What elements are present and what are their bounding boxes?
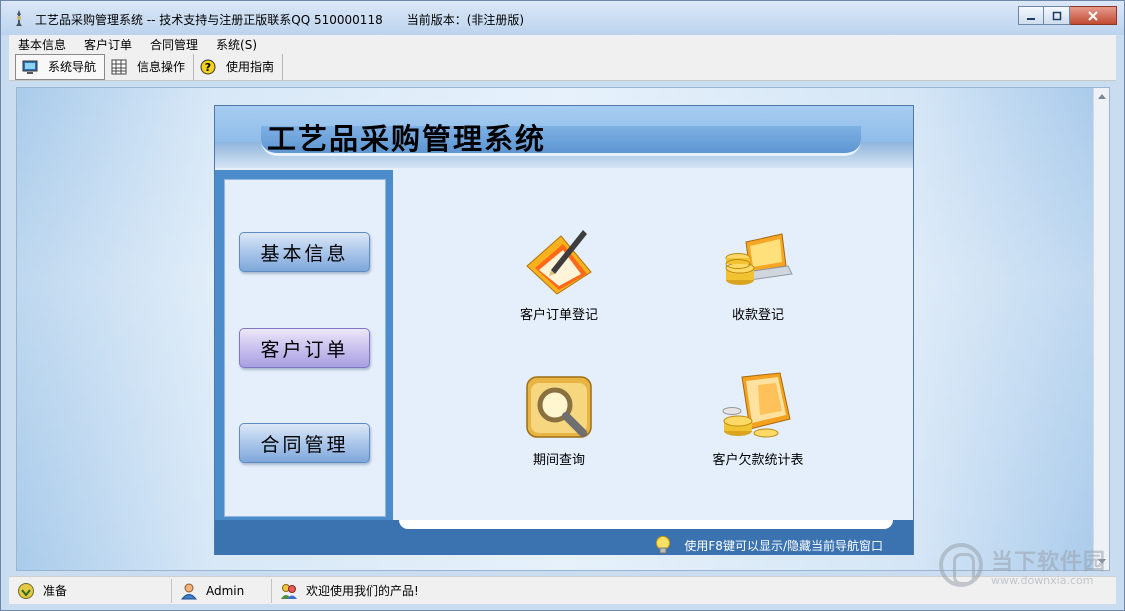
users-icon xyxy=(281,583,297,599)
window-controls xyxy=(1018,6,1117,25)
menu-customer-orders[interactable]: 客户订单 xyxy=(75,36,141,53)
app-icon xyxy=(16,10,22,26)
nav-title: 工艺品采购管理系统 xyxy=(267,122,547,156)
magnifier-folder-icon xyxy=(526,376,592,438)
toolbar-user-guide[interactable]: ? 使用指南 xyxy=(194,53,284,80)
title-bar[interactable]: 工艺品采购管理系统 -- 技术支持与注册正版联系QQ 510000118 当前版… xyxy=(1,1,1124,35)
status-state: 准备 xyxy=(9,578,172,603)
navigation-panel: 工艺品采购管理系统 基本信息 客户订单 合同管理 客户订单登记 收款登记 期间查… xyxy=(214,105,914,555)
toolbar-label: 系统导航 xyxy=(48,60,97,74)
toolbar: 系统导航 信息操作 ? 使用指南 xyxy=(9,53,1116,81)
menu-bar: 基本信息 客户订单 合同管理 系统(S) xyxy=(9,35,1116,53)
feature-label: 客户欠款统计表 xyxy=(712,453,804,468)
feature-label: 收款登记 xyxy=(731,308,784,323)
minimize-button[interactable] xyxy=(1018,6,1044,25)
nav-header: 工艺品采购管理系统 xyxy=(215,106,913,168)
watermark-logo-icon xyxy=(939,543,983,587)
status-state-text: 准备 xyxy=(43,584,68,598)
menu-system[interactable]: 系统(S) xyxy=(207,36,266,53)
user-icon xyxy=(180,583,198,599)
f8-hint-text: 使用F8键可以显示/隐藏当前导航窗口 xyxy=(684,538,883,553)
maximize-icon xyxy=(1052,11,1061,20)
f8-hint: 使用F8键可以显示/隐藏当前导航窗口 xyxy=(654,535,883,555)
footer-curve xyxy=(399,520,893,529)
minimize-icon xyxy=(1027,17,1035,20)
menu-contract-management[interactable]: 合同管理 xyxy=(141,36,207,53)
scroll-up-arrow-icon[interactable] xyxy=(1098,94,1106,99)
watermark-text: 当下软件园 xyxy=(991,550,1107,575)
feature-customer-order-register[interactable]: 客户订单登记 xyxy=(489,222,629,323)
side-button-contract-management[interactable]: 合同管理 xyxy=(239,423,370,463)
close-button[interactable] xyxy=(1070,6,1117,25)
svg-text:?: ? xyxy=(205,61,211,74)
status-message-text: 欢迎使用我们的产品! xyxy=(306,584,419,598)
side-button-customer-orders[interactable]: 客户订单 xyxy=(239,328,370,368)
status-user: Admin xyxy=(172,578,272,603)
toolbar-label: 使用指南 xyxy=(226,60,275,74)
ready-icon xyxy=(18,582,34,599)
status-user-text: Admin xyxy=(206,583,245,598)
feature-payment-register[interactable]: 收款登记 xyxy=(688,222,828,323)
watermark: 当下软件园 www.downxia.com xyxy=(939,541,1114,596)
side-button-basic-info[interactable]: 基本信息 xyxy=(239,232,370,272)
help-icon: ? xyxy=(200,59,216,74)
toolbar-system-navigation[interactable]: 系统导航 xyxy=(15,53,106,80)
nav-sidebar: 基本信息 客户订单 合同管理 xyxy=(215,170,391,520)
folder-pen-icon xyxy=(526,230,592,295)
toolbar-info-operation[interactable]: 信息操作 xyxy=(105,53,195,80)
maximize-button[interactable] xyxy=(1044,6,1070,25)
feature-customer-debt-report[interactable]: 客户欠款统计表 xyxy=(688,367,828,468)
watermark-url: www.downxia.com xyxy=(991,574,1094,587)
toolbar-label: 信息操作 xyxy=(137,60,186,74)
nav-sidebar-inner: 基本信息 客户订单 合同管理 xyxy=(224,179,386,517)
app-window: 工艺品采购管理系统 -- 技术支持与注册正版联系QQ 510000118 当前版… xyxy=(0,0,1125,611)
monitor-icon xyxy=(22,60,38,74)
nav-footer: 使用F8键可以显示/隐藏当前导航窗口 xyxy=(215,520,913,555)
window-title: 工艺品采购管理系统 -- 技术支持与注册正版联系QQ 510000118 当前版… xyxy=(35,13,525,27)
lightbulb-icon xyxy=(656,536,671,554)
coins-folder-icon xyxy=(722,372,791,438)
grid-icon xyxy=(111,59,127,74)
vertical-scrollbar[interactable] xyxy=(1093,88,1109,570)
coins-laptop-icon xyxy=(725,233,793,285)
close-icon xyxy=(1088,10,1098,21)
nav-main: 客户订单登记 收款登记 期间查询 客户欠款统计表 xyxy=(391,170,913,520)
feature-label: 期间查询 xyxy=(532,453,585,468)
status-message: 欢迎使用我们的产品! xyxy=(272,579,572,603)
menu-basic-info[interactable]: 基本信息 xyxy=(9,36,75,53)
feature-label: 客户订单登记 xyxy=(519,308,598,323)
feature-period-query[interactable]: 期间查询 xyxy=(489,367,629,468)
